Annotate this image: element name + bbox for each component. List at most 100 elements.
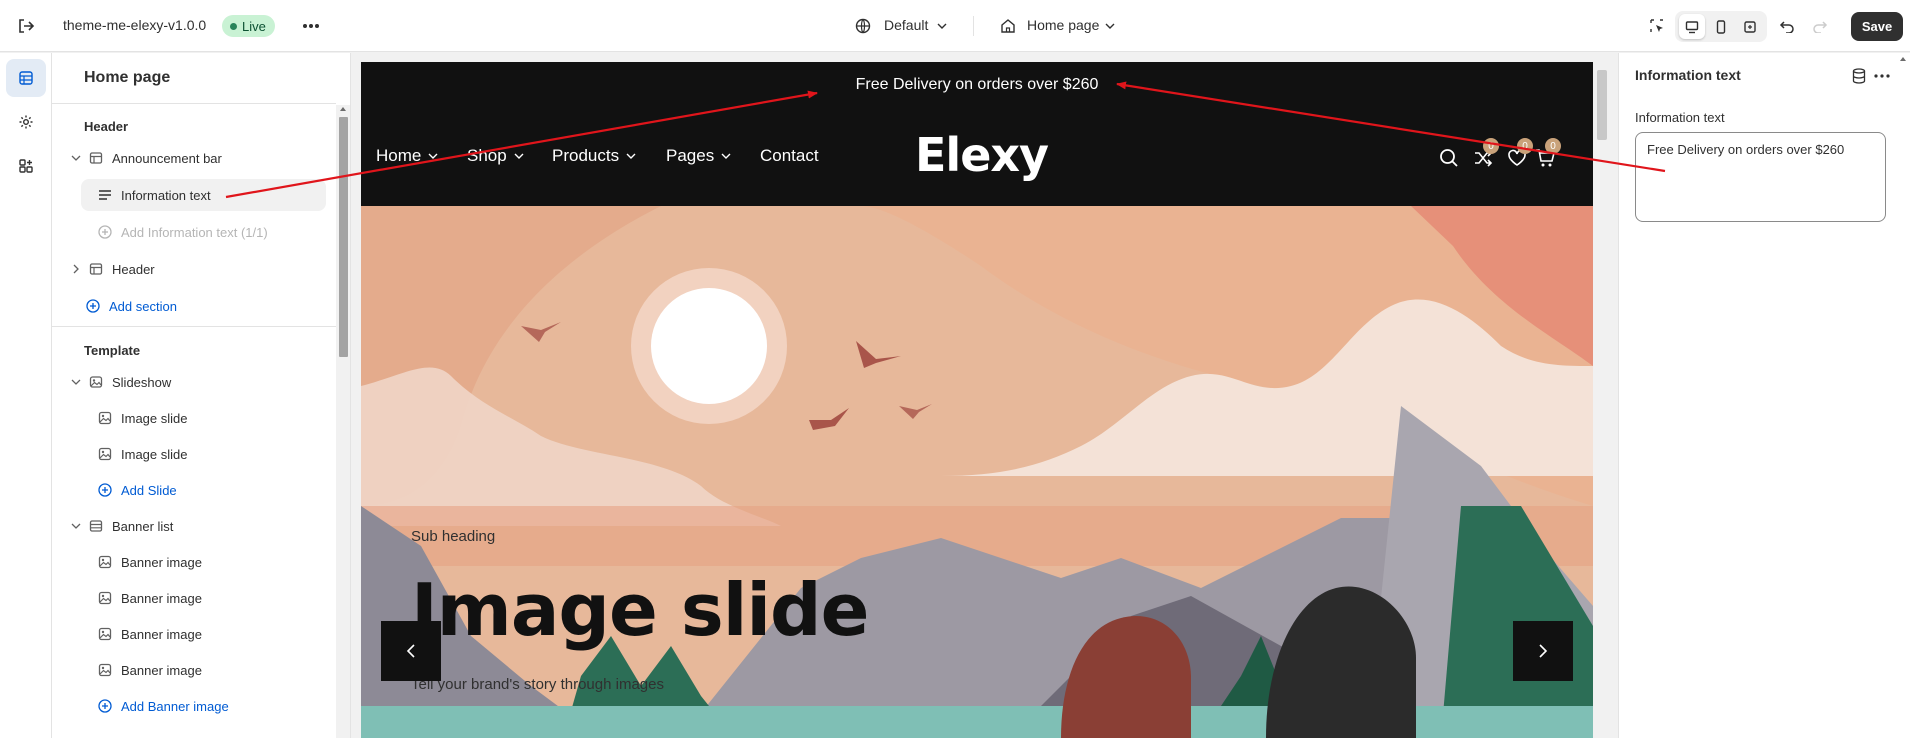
block-settings-panel: Information text Information text Free D… <box>1618 53 1910 738</box>
settings-scrollbar[interactable] <box>1895 53 1910 738</box>
nav-item-products[interactable]: Products <box>552 146 636 166</box>
desktop-icon[interactable] <box>1679 14 1705 39</box>
slide-prev-button[interactable] <box>381 621 441 681</box>
image-icon <box>97 554 113 570</box>
text-block-icon <box>97 187 113 203</box>
row-label: Announcement bar <box>112 150 222 166</box>
field-label: Information text <box>1635 110 1725 125</box>
chevron-left-icon <box>406 644 415 658</box>
announcement-text: Free Delivery on orders over $260 <box>855 76 1099 93</box>
add-slide-button[interactable]: Add Slide <box>97 474 327 506</box>
image-icon <box>97 662 113 678</box>
row-label: Add Slide <box>121 482 177 498</box>
add-banner-image-button[interactable]: Add Banner image <box>97 690 327 722</box>
divider <box>52 103 336 104</box>
inspector-icon[interactable] <box>1647 16 1667 36</box>
section-banner-list[interactable]: Banner list <box>68 510 318 542</box>
scroll-up-icon[interactable] <box>1900 57 1906 61</box>
block-banner-image[interactable]: Banner image <box>97 654 327 686</box>
save-button[interactable]: Save <box>1851 12 1903 41</box>
section-icon <box>88 518 104 534</box>
announcement-bar[interactable]: Free Delivery on orders over $260 <box>361 62 1593 108</box>
nav-item-pages[interactable]: Pages <box>666 146 731 166</box>
page-select[interactable]: Home page <box>1027 17 1099 33</box>
editor-rail <box>0 53 52 738</box>
chevron-down-icon[interactable] <box>936 20 948 32</box>
database-icon[interactable] <box>1850 67 1868 85</box>
block-image-slide[interactable]: Image slide <box>97 438 327 470</box>
settings-icon[interactable] <box>6 103 46 141</box>
image-icon <box>97 626 113 642</box>
chevron-down-icon[interactable] <box>1104 20 1116 32</box>
chevron-down-icon[interactable] <box>68 523 84 529</box>
live-badge: Live <box>222 15 275 37</box>
block-image-slide[interactable]: Image slide <box>97 402 327 434</box>
section-icon <box>88 261 104 277</box>
more-actions-icon[interactable] <box>300 16 322 36</box>
nav-label: Products <box>552 146 620 165</box>
compare-count-badge: 0 <box>1483 138 1499 154</box>
image-icon <box>97 590 113 606</box>
cart-count-badge: 0 <box>1545 138 1561 154</box>
search-icon[interactable] <box>1435 144 1463 172</box>
theme-name: theme-me-elexy-v1.0.0 <box>63 17 207 33</box>
add-information-text[interactable]: Add Information text (1/1) <box>97 216 327 248</box>
row-label: Header <box>112 261 155 277</box>
nav-label: Shop <box>467 146 507 165</box>
scrollbar-thumb[interactable] <box>339 117 348 357</box>
add-circle-icon <box>97 224 113 240</box>
sections-icon[interactable] <box>6 59 46 97</box>
undo-icon[interactable] <box>1777 16 1797 36</box>
chevron-down-icon <box>428 153 438 159</box>
row-label: Banner image <box>121 554 202 570</box>
preview-scrollbar[interactable] <box>1595 62 1609 738</box>
chevron-right-icon <box>1539 644 1548 658</box>
block-banner-image[interactable]: Banner image <box>97 618 327 650</box>
add-section-button[interactable]: Add section <box>85 290 325 322</box>
mobile-icon[interactable] <box>1708 14 1734 39</box>
more-options-icon[interactable] <box>1872 67 1892 85</box>
row-label: Slideshow <box>112 374 172 390</box>
row-label: Image slide <box>121 410 188 426</box>
slide-next-button[interactable] <box>1513 621 1573 681</box>
scrollbar-thumb[interactable] <box>1597 70 1607 140</box>
nav-label: Home <box>376 146 422 165</box>
chevron-right-icon[interactable] <box>68 264 84 274</box>
chevron-down-icon <box>626 153 636 159</box>
status-dot-icon <box>230 22 237 30</box>
section-announcement-bar[interactable]: Announcement bar <box>68 142 318 174</box>
row-label: Add section <box>109 298 177 314</box>
image-icon <box>97 446 113 462</box>
chevron-down-icon[interactable] <box>68 379 84 385</box>
topbar-divider <box>973 16 974 36</box>
row-label: Banner image <box>121 626 202 642</box>
nav-item-home[interactable]: Home <box>376 146 438 166</box>
row-label: Banner image <box>121 662 202 678</box>
add-circle-icon <box>97 482 113 498</box>
fullscreen-icon[interactable] <box>1737 14 1763 39</box>
section-header[interactable]: Header <box>68 253 318 285</box>
nav-item-shop[interactable]: Shop <box>467 146 524 166</box>
hero-title: Image slide <box>411 568 869 652</box>
hero-illustration <box>361 206 1593 738</box>
nav-item-contact[interactable]: Contact <box>760 146 819 166</box>
block-banner-image[interactable]: Banner image <box>97 546 327 578</box>
chevron-down-icon[interactable] <box>68 155 84 161</box>
exit-icon[interactable] <box>16 16 36 36</box>
scroll-up-icon[interactable] <box>340 107 346 111</box>
block-banner-image[interactable]: Banner image <box>97 582 327 614</box>
view-select[interactable]: Default <box>884 17 928 33</box>
image-icon <box>97 410 113 426</box>
panel-scrollbar[interactable] <box>336 105 350 738</box>
block-information-text[interactable]: Information text <box>81 179 326 211</box>
hero-text: Tell your brand's story through images <box>411 676 664 693</box>
hero-sub-heading: Sub heading <box>411 528 496 545</box>
apps-icon[interactable] <box>6 147 46 185</box>
storefront-preview: Free Delivery on orders over $260 Home S… <box>361 62 1593 738</box>
globe-icon <box>853 16 873 36</box>
section-slideshow[interactable]: Slideshow <box>68 366 318 398</box>
store-logo[interactable]: Elexy <box>915 128 1049 182</box>
information-text-field[interactable]: Free Delivery on orders over $260 <box>1635 132 1886 222</box>
redo-icon[interactable] <box>1810 16 1830 36</box>
store-header: Home Shop Products Pages Contact Elexy 0… <box>361 108 1593 206</box>
